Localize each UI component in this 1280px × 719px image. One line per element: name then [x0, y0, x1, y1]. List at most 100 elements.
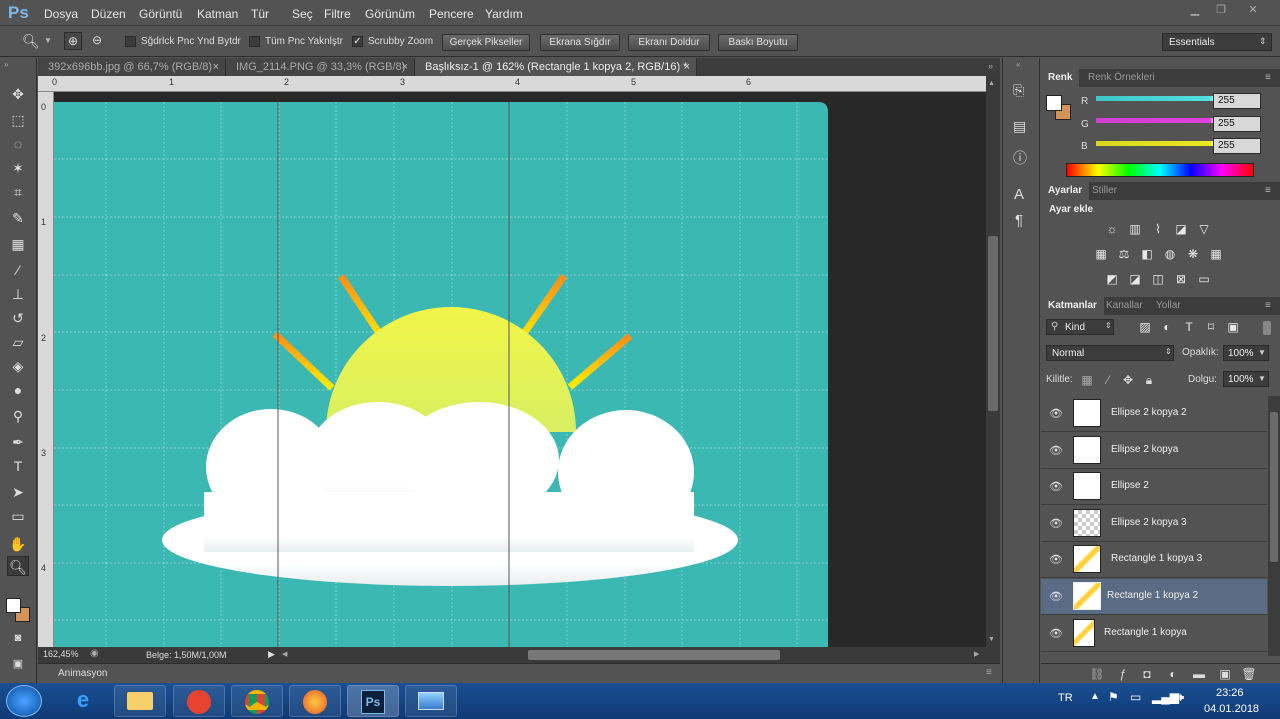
menu-type[interactable]: Tür	[251, 7, 269, 21]
menu-layer[interactable]: Katman	[197, 7, 238, 21]
zoom-tool-icon[interactable]: 🔍︎	[22, 33, 40, 50]
add-mask-icon[interactable]: ◘	[1139, 667, 1155, 681]
crop-tool-icon[interactable]: ⌗	[7, 182, 29, 202]
clock-time[interactable]: 23:26	[1216, 687, 1244, 699]
print-size-button[interactable]: Baskı Boyutu	[718, 34, 798, 51]
photoshop-taskbar-icon[interactable]: Ps	[347, 685, 399, 717]
gradient-map-icon[interactable]: ⊠	[1173, 272, 1189, 286]
chrome-icon[interactable]	[231, 685, 283, 717]
invert-icon[interactable]: ◩	[1104, 272, 1120, 286]
minimize-icon[interactable]: ▁	[1184, 3, 1206, 17]
file-explorer-icon[interactable]	[114, 685, 166, 717]
channel-mixer-icon[interactable]: ❋	[1185, 247, 1201, 261]
tabs-overflow-icon[interactable]: »	[988, 61, 993, 71]
photo-viewer-icon[interactable]	[405, 685, 457, 717]
threshold-icon[interactable]: ◫	[1150, 272, 1166, 286]
layers-scrollbar[interactable]	[1268, 396, 1280, 656]
eye-icon[interactable]: 👁︎	[1049, 553, 1063, 566]
layer-row-selected[interactable]: 👁︎ Rectangle 1 kopya 2	[1041, 579, 1267, 615]
canvas-vertical-scrollbar[interactable]: ▲ ▼	[986, 76, 1000, 647]
path-select-icon[interactable]: ➤	[7, 482, 29, 502]
filter-type-icon[interactable]: T	[1181, 320, 1197, 334]
layer-filter-select[interactable]: ⚲ Kind ⇕	[1046, 319, 1114, 335]
curves-icon[interactable]: ⌇	[1150, 222, 1166, 236]
filter-shape-icon[interactable]: ⌑	[1203, 320, 1219, 334]
workspace-select[interactable]: Essentials ⇕	[1162, 33, 1272, 51]
eye-icon[interactable]: 👁︎	[1049, 590, 1063, 603]
zoom-tool-sidebar-icon[interactable]: 🔍︎	[7, 556, 29, 576]
layer-row[interactable]: 👁︎ Rectangle 1 kopya	[1041, 616, 1267, 652]
network-icon[interactable]: ▂▄▆	[1152, 690, 1179, 704]
eye-icon[interactable]: 👁︎	[1049, 407, 1063, 420]
horizontal-scroll-thumb[interactable]	[528, 650, 780, 660]
scroll-left-icon[interactable]: ◀	[282, 650, 287, 658]
actual-pixels-button[interactable]: Gerçek Pikseller	[442, 34, 530, 51]
restore-icon[interactable]: ❐	[1210, 3, 1232, 17]
layer-row[interactable]: 👁︎ Ellipse 2 kopya	[1041, 433, 1267, 469]
lock-position-icon[interactable]: ✥	[1120, 373, 1136, 387]
scroll-down-icon[interactable]: ▼	[988, 636, 995, 643]
color-balance-icon[interactable]: ⚖	[1116, 247, 1132, 261]
zoom-all-windows-checkbox[interactable]	[249, 36, 260, 47]
trash-icon[interactable]: 🗑︎	[1241, 667, 1257, 681]
scroll-up-icon[interactable]: ▲	[988, 80, 995, 87]
menu-select[interactable]: Seç	[292, 7, 313, 21]
status-menu-icon[interactable]: ▶	[268, 649, 275, 660]
paint-app-icon[interactable]	[173, 685, 225, 717]
history-brush-icon[interactable]: ↺	[7, 308, 29, 328]
tab-color[interactable]: Renk	[1041, 69, 1080, 87]
status-info-icon[interactable]: ◉	[90, 648, 99, 659]
fx-icon[interactable]: ƒ	[1115, 667, 1131, 681]
exposure-icon[interactable]: ◪	[1173, 222, 1189, 236]
tab-paths[interactable]: Yollar	[1149, 297, 1188, 315]
paint-bucket-icon[interactable]: ◈	[7, 356, 29, 376]
canvas-workspace[interactable]	[54, 92, 986, 647]
panel-menu-icon[interactable]: ≡	[1265, 185, 1271, 196]
fill-screen-button[interactable]: Ekranı Doldur	[628, 34, 710, 51]
black-white-icon[interactable]: ◧	[1139, 247, 1155, 261]
tab-layers[interactable]: Katmanlar	[1041, 297, 1104, 315]
history-panel-icon[interactable]: ⎘	[1013, 82, 1024, 99]
eye-icon[interactable]: 👁︎	[1049, 517, 1063, 530]
battery-icon[interactable]: ▭	[1130, 690, 1141, 704]
fill-input[interactable]: 100% ▼	[1223, 371, 1269, 387]
fit-screen-button[interactable]: Ekrana Sığdır	[540, 34, 620, 51]
menu-edit[interactable]: Düzen	[91, 7, 126, 21]
magic-wand-icon[interactable]: ✶	[7, 158, 29, 178]
clock-date[interactable]: 04.01.2018	[1204, 703, 1259, 715]
zoom-level[interactable]: 162,45%	[43, 649, 79, 659]
tab-document-1[interactable]: 392x696bb.jpg @ 66,7% (RGB/8) ×	[38, 58, 226, 76]
opacity-input[interactable]: 100% ▼	[1223, 345, 1269, 361]
menu-image[interactable]: Görüntü	[139, 7, 182, 21]
blend-mode-select[interactable]: Normal ⇕	[1046, 345, 1174, 361]
dodge-tool-icon[interactable]: ⚲	[7, 406, 29, 426]
eyedropper-tool-icon[interactable]: ✎	[7, 208, 29, 228]
brightness-icon[interactable]: ☼	[1104, 222, 1120, 236]
move-tool-icon[interactable]: ✥	[7, 84, 29, 104]
filter-toggle[interactable]	[1263, 321, 1271, 335]
layers-scroll-thumb[interactable]	[1270, 412, 1278, 562]
expand-panels-icon[interactable]: «	[1016, 60, 1020, 69]
panel-menu-icon[interactable]: ≡	[1265, 72, 1271, 83]
character-panel-icon[interactable]: A	[1014, 186, 1024, 203]
menu-filter[interactable]: Filtre	[324, 7, 351, 21]
close-window-icon[interactable]: ✕	[1242, 3, 1264, 17]
tab-adjustments[interactable]: Ayarlar	[1041, 182, 1090, 200]
eye-icon[interactable]: 👁︎	[1049, 627, 1063, 640]
resize-windows-checkbox[interactable]	[125, 36, 136, 47]
collapse-tools-icon[interactable]: »	[4, 60, 8, 69]
filter-adjustment-icon[interactable]: ◐	[1159, 320, 1175, 334]
vibrance-icon[interactable]: ▽	[1196, 222, 1212, 236]
channel-g-input[interactable]: 255	[1213, 116, 1261, 132]
panel-menu-icon[interactable]: ≡	[986, 667, 992, 678]
layer-row[interactable]: 👁︎ Rectangle 1 kopya 3	[1041, 542, 1267, 578]
action-center-icon[interactable]: ⚑	[1108, 690, 1119, 704]
lock-all-icon[interactable]: 🔒︎	[1141, 373, 1157, 387]
healing-brush-icon[interactable]: ▦	[7, 234, 29, 254]
internet-explorer-icon[interactable]: e	[58, 687, 108, 715]
start-button-icon[interactable]	[6, 685, 42, 717]
posterize-icon[interactable]: ◪	[1127, 272, 1143, 286]
document-canvas[interactable]	[54, 92, 986, 647]
menu-window[interactable]: Pencere	[429, 7, 474, 21]
color-spectrum[interactable]	[1066, 163, 1254, 177]
